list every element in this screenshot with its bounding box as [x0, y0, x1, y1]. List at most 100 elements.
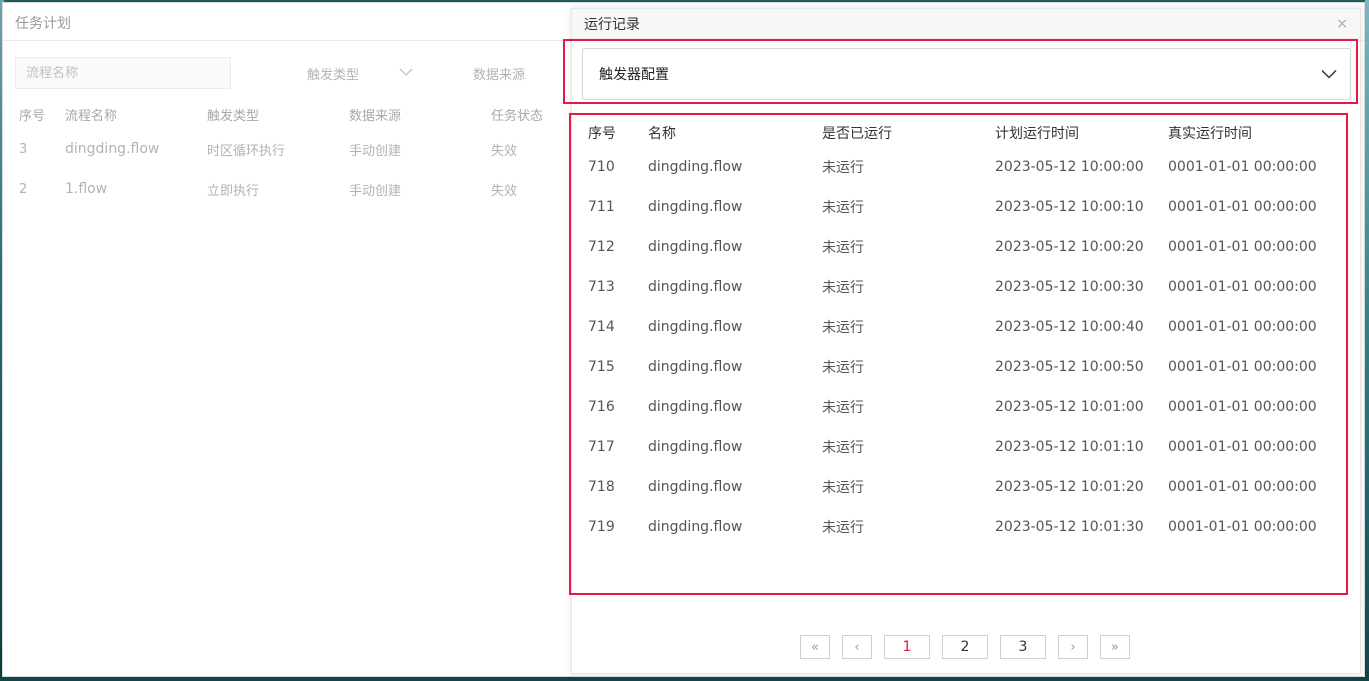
trigger-type-select[interactable]: 触发类型 — [299, 57, 421, 89]
pagination: « ‹ 1 2 3 › » — [800, 635, 1130, 659]
run-flow-name: dingding.flow — [648, 159, 743, 175]
run-records-dialog: 运行记录 × 触发器配置 序号 名称 是否已运行 计划运行时间 真实运行时间 7… — [563, 8, 1361, 674]
run-id: 716 — [588, 399, 615, 415]
planned-run-time: 2023-05-12 10:00:40 — [995, 319, 1144, 335]
table-row[interactable]: 712 dingding.flow 未运行 2023-05-12 10:00:20 00… — [588, 227, 1338, 267]
task-trigger-type: 立即执行 — [207, 183, 260, 199]
page-button-2[interactable]: 2 — [942, 635, 988, 659]
flow-name-search-input[interactable] — [15, 57, 231, 89]
run-status: 未运行 — [822, 200, 864, 216]
task-flow-name: 1.flow — [65, 181, 108, 197]
run-status: 未运行 — [822, 520, 864, 536]
close-icon[interactable]: × — [1336, 16, 1348, 32]
chevron-down-icon[interactable] — [1320, 65, 1338, 83]
actual-run-time: 0001-01-01 00:00:00 — [1168, 159, 1317, 175]
table-row[interactable]: 2 1.flow 立即执行 手动创建 失效 — [15, 169, 575, 209]
column-header: 任务状态 — [491, 108, 544, 124]
run-flow-name: dingding.flow — [648, 199, 743, 215]
actual-run-time: 0001-01-01 00:00:00 — [1168, 399, 1317, 415]
last-page-button[interactable]: » — [1100, 635, 1130, 659]
planned-run-time: 2023-05-12 10:00:10 — [995, 199, 1144, 215]
table-row[interactable]: 718 dingding.flow 未运行 2023-05-12 10:01:20 00… — [588, 467, 1338, 507]
task-trigger-type: 时区循环执行 — [207, 143, 286, 159]
run-id: 713 — [588, 279, 615, 295]
run-status: 未运行 — [822, 480, 864, 496]
trigger-config-label: 触发器配置 — [599, 67, 669, 83]
run-id: 711 — [588, 199, 615, 215]
table-row[interactable]: 717 dingding.flow 未运行 2023-05-12 10:01:10 00… — [588, 427, 1338, 467]
run-status: 未运行 — [822, 240, 864, 256]
first-page-button[interactable]: « — [800, 635, 830, 659]
table-row[interactable]: 3 dingding.flow 时区循环执行 手动创建 失效 — [15, 129, 575, 169]
run-id: 714 — [588, 319, 615, 335]
table-row[interactable]: 716 dingding.flow 未运行 2023-05-12 10:01:00 00… — [588, 387, 1338, 427]
run-id: 718 — [588, 479, 615, 495]
page-button-3[interactable]: 3 — [1000, 635, 1046, 659]
column-header: 序号 — [19, 108, 46, 124]
trigger-config-accordion[interactable]: 触发器配置 — [582, 48, 1351, 100]
table-row[interactable]: 714 dingding.flow 未运行 2023-05-12 10:00:40 00… — [588, 307, 1338, 347]
column-header: 是否已运行 — [822, 126, 892, 142]
dialog-title: 运行记录 — [584, 16, 640, 33]
run-flow-name: dingding.flow — [648, 399, 743, 415]
planned-run-time: 2023-05-12 10:01:10 — [995, 439, 1144, 455]
task-flow-name: dingding.flow — [65, 141, 160, 157]
planned-run-time: 2023-05-12 10:01:00 — [995, 399, 1144, 415]
planned-run-time: 2023-05-12 10:00:00 — [995, 159, 1144, 175]
task-data-source: 手动创建 — [349, 183, 402, 199]
actual-run-time: 0001-01-01 00:00:00 — [1168, 239, 1317, 255]
column-header: 序号 — [588, 126, 616, 142]
planned-run-time: 2023-05-12 10:01:20 — [995, 479, 1144, 495]
dialog-header: 运行记录 × — [572, 9, 1360, 39]
column-header: 名称 — [648, 126, 676, 142]
run-records-table: 序号 名称 是否已运行 计划运行时间 真实运行时间 710 dingding.fl… — [588, 123, 1338, 547]
task-table: 序号 流程名称 触发类型 数据来源 任务状态 3 dingding.flow 时… — [15, 99, 575, 209]
run-status: 未运行 — [822, 400, 864, 416]
chevron-down-icon — [399, 66, 413, 81]
run-flow-name: dingding.flow — [648, 359, 743, 375]
task-status: 失效 — [491, 143, 518, 159]
prev-page-button[interactable]: ‹ — [842, 635, 872, 659]
data-source-select[interactable]: 数据来源 — [473, 57, 553, 89]
trigger-type-select-label: 触发类型 — [307, 67, 360, 83]
column-header: 数据来源 — [349, 108, 402, 124]
data-source-select-label: 数据来源 — [473, 67, 526, 83]
table-row[interactable]: 711 dingding.flow 未运行 2023-05-12 10:00:10 00… — [588, 187, 1338, 227]
run-id: 717 — [588, 439, 615, 455]
run-status: 未运行 — [822, 360, 864, 376]
run-id: 712 — [588, 239, 615, 255]
actual-run-time: 0001-01-01 00:00:00 — [1168, 479, 1317, 495]
desktop-background-bottom — [0, 677, 1369, 681]
run-flow-name: dingding.flow — [648, 519, 743, 535]
table-row[interactable]: 710 dingding.flow 未运行 2023-05-12 10:00:00 00… — [588, 147, 1338, 187]
table-row[interactable]: 713 dingding.flow 未运行 2023-05-12 10:00:30 00… — [588, 267, 1338, 307]
run-status: 未运行 — [822, 320, 864, 336]
column-header: 真实运行时间 — [1168, 126, 1252, 142]
planned-run-time: 2023-05-12 10:00:50 — [995, 359, 1144, 375]
column-header: 触发类型 — [207, 108, 260, 124]
next-page-button[interactable]: › — [1058, 635, 1088, 659]
run-status: 未运行 — [822, 440, 864, 456]
actual-run-time: 0001-01-01 00:00:00 — [1168, 279, 1317, 295]
task-status: 失效 — [491, 183, 518, 199]
actual-run-time: 0001-01-01 00:00:00 — [1168, 199, 1317, 215]
task-data-source: 手动创建 — [349, 143, 402, 159]
table-row[interactable]: 715 dingding.flow 未运行 2023-05-12 10:00:50 00… — [588, 347, 1338, 387]
table-row[interactable]: 719 dingding.flow 未运行 2023-05-12 10:01:30 00… — [588, 507, 1338, 547]
run-id: 710 — [588, 159, 615, 175]
run-id: 715 — [588, 359, 615, 375]
page-button-1[interactable]: 1 — [884, 635, 930, 659]
run-flow-name: dingding.flow — [648, 239, 743, 255]
actual-run-time: 0001-01-01 00:00:00 — [1168, 439, 1317, 455]
column-header: 流程名称 — [65, 108, 118, 124]
task-table-header: 序号 流程名称 触发类型 数据来源 任务状态 — [15, 99, 575, 129]
planned-run-time: 2023-05-12 10:00:30 — [995, 279, 1144, 295]
run-flow-name: dingding.flow — [648, 279, 743, 295]
run-status: 未运行 — [822, 280, 864, 296]
task-id: 3 — [19, 141, 28, 157]
task-id: 2 — [19, 181, 28, 197]
run-flow-name: dingding.flow — [648, 479, 743, 495]
actual-run-time: 0001-01-01 00:00:00 — [1168, 519, 1317, 535]
run-flow-name: dingding.flow — [648, 439, 743, 455]
actual-run-time: 0001-01-01 00:00:00 — [1168, 359, 1317, 375]
